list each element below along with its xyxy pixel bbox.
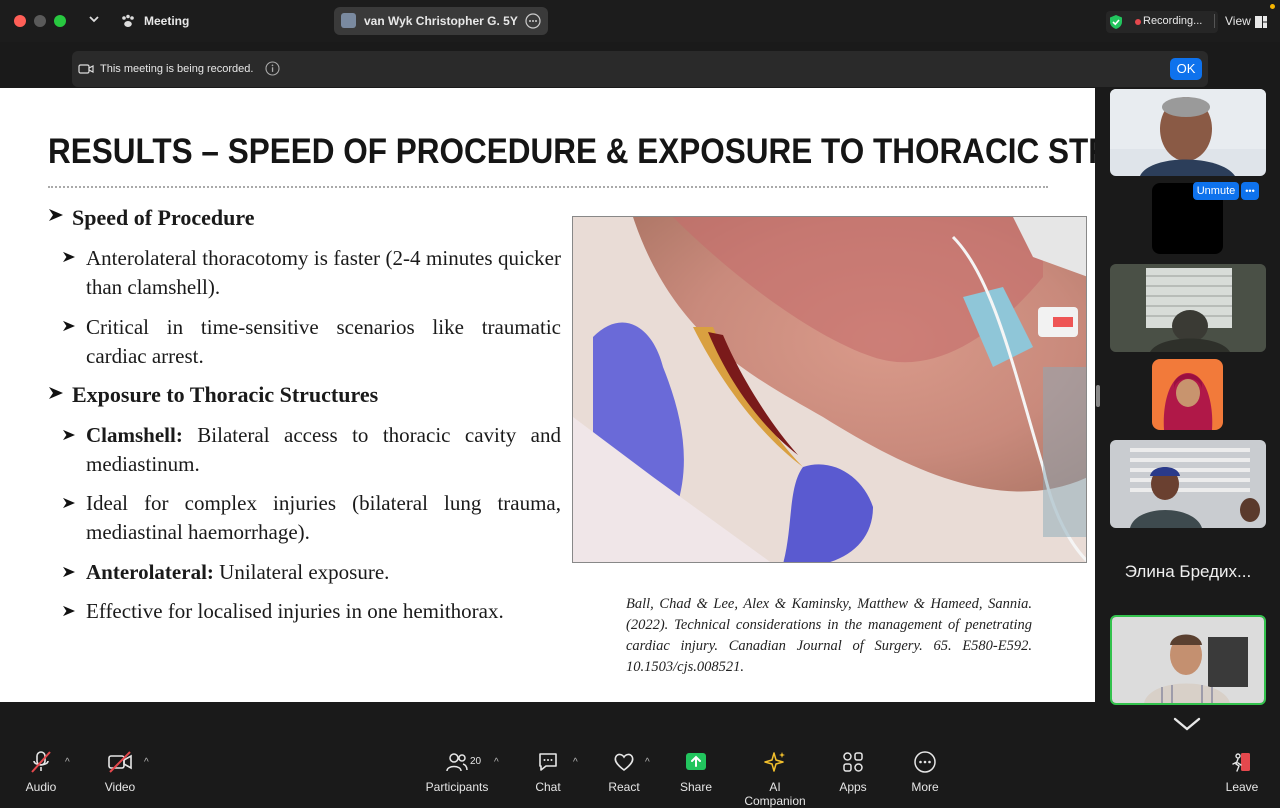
list-item: Anterolateral: Unilateral exposure. [86, 558, 561, 587]
slide-title: RESULTS – SPEED OF PROCEDURE & EXPOSURE … [48, 132, 1095, 171]
heart-icon [614, 753, 634, 772]
muted-mic-icon [31, 751, 51, 773]
more-options-button[interactable]: ••• [1241, 182, 1259, 200]
participants-count: 20 [470, 756, 482, 767]
audio-label: Audio [25, 780, 57, 794]
item-bold-label: Clamshell: [86, 423, 183, 447]
video-button[interactable]: Video [96, 750, 144, 794]
grid-view-icon[interactable] [1255, 15, 1267, 33]
view-button[interactable]: View [1225, 14, 1251, 28]
participant-video-tile[interactable] [1110, 440, 1266, 528]
list-item: Effective for localised injuries in one … [86, 597, 561, 626]
list-item: Critical in time-sensitive scenarios lik… [86, 313, 561, 371]
title-bar [0, 0, 1280, 42]
chat-label: Chat [535, 780, 561, 794]
bullet-arrow-icon [48, 386, 64, 405]
close-window-button[interactable] [14, 15, 26, 27]
react-label: React [608, 780, 640, 794]
chat-options-caret[interactable]: ^ [573, 757, 578, 768]
info-icon[interactable] [265, 61, 280, 81]
audio-options-caret[interactable]: ^ [65, 757, 70, 768]
list-item: Ideal for complex injuries (bilateral lu… [86, 489, 561, 547]
participant-video-tile[interactable] [1110, 264, 1266, 352]
section-heading: Speed of Procedure [72, 205, 255, 230]
react-options-caret[interactable]: ^ [645, 757, 650, 768]
participants-icon [446, 753, 468, 772]
divider [1214, 14, 1215, 28]
more-button[interactable]: More [908, 750, 942, 794]
app-title: Meeting [144, 14, 190, 28]
bullet-arrow-icon [62, 319, 76, 337]
panel-resize-handle[interactable] [1096, 385, 1100, 407]
more-options-icon[interactable] [525, 13, 541, 34]
chevron-down-icon[interactable] [88, 13, 100, 28]
item-text: Effective for localised injuries in one … [86, 599, 504, 623]
active-speaker-name: van Wyk Christopher G. 5Y7C [364, 14, 518, 28]
active-speaker-tile[interactable] [1110, 615, 1266, 705]
chat-button[interactable]: Chat [530, 750, 566, 794]
leave-button[interactable]: Leave [1224, 750, 1260, 794]
leave-label: Leave [1225, 780, 1259, 794]
list-item: Anterolateral thoracotomy is faster (2-4… [86, 244, 561, 302]
participants-label: Participants [425, 780, 489, 794]
participants-options-caret[interactable]: ^ [494, 757, 499, 768]
share-label: Share [679, 780, 713, 794]
video-label: Video [104, 780, 136, 794]
share-screen-icon [686, 753, 706, 770]
section-heading: Exposure to Thoracic Structures [72, 382, 379, 407]
bullet-arrow-icon [62, 496, 76, 514]
bullet-arrow-icon [62, 565, 76, 583]
react-button[interactable]: React [604, 750, 644, 794]
video-off-icon [108, 751, 132, 773]
video-options-caret[interactable]: ^ [144, 757, 149, 768]
speaker-avatar-icon [341, 13, 356, 28]
chat-icon [539, 753, 557, 771]
chevron-down-icon[interactable] [1172, 716, 1202, 737]
apps-icon [843, 752, 863, 772]
surgical-photo [572, 216, 1087, 563]
participant-video-tile[interactable] [1110, 89, 1266, 176]
item-text: Anterolateral thoracotomy is faster (2-4… [86, 246, 561, 299]
item-text: Ideal for complex injuries (bilateral lu… [86, 491, 561, 544]
participants-button[interactable]: 20 Participants [424, 750, 490, 794]
participant-avatar[interactable] [1152, 359, 1223, 430]
share-button[interactable]: Share [676, 750, 716, 794]
recording-label: Recording... [1143, 15, 1203, 27]
notification-dot [1270, 4, 1275, 9]
bullet-arrow-icon [62, 250, 76, 268]
bullet-arrow-icon [48, 208, 64, 227]
item-bold-label: Anterolateral: [86, 560, 214, 584]
bullet-arrow-icon [62, 428, 76, 446]
unmute-button[interactable]: Unmute [1193, 182, 1239, 200]
paw-icon [120, 13, 136, 34]
ok-button[interactable]: OK [1170, 58, 1202, 80]
item-text: Critical in time-sensitive scenarios lik… [86, 315, 561, 368]
shield-check-icon [1109, 14, 1123, 35]
citation-text: Ball, Chad & Lee, Alex & Kaminsky, Matth… [626, 596, 1032, 675]
ai-companion-label: AI Companion [744, 780, 806, 808]
shared-slide: RESULTS – SPEED OF PROCEDURE & EXPOSURE … [0, 88, 1095, 702]
maximize-window-button[interactable] [54, 15, 66, 27]
banner-message: This meeting is being recorded. [100, 63, 254, 75]
more-label: More [911, 780, 939, 794]
item-text: Unilateral exposure. [213, 560, 390, 584]
audio-button[interactable]: Audio [20, 750, 62, 794]
participant-name-tile[interactable]: Элина Бредих... [1110, 540, 1266, 606]
record-dot-icon [1135, 19, 1141, 25]
sparkle-icon [764, 752, 785, 772]
title-divider [48, 186, 1048, 188]
list-item: Clamshell: Bilateral access to thoracic … [86, 421, 561, 479]
leave-icon [1232, 753, 1250, 772]
apps-button[interactable]: Apps [836, 750, 870, 794]
bullet-arrow-icon [62, 604, 76, 622]
ai-companion-button[interactable]: AI Companion [738, 750, 812, 808]
apps-label: Apps [839, 780, 867, 794]
more-icon [914, 751, 936, 773]
participant-name: Элина Бредих... [1124, 562, 1252, 581]
camera-icon [78, 62, 94, 80]
minimize-window-button[interactable] [34, 15, 46, 27]
